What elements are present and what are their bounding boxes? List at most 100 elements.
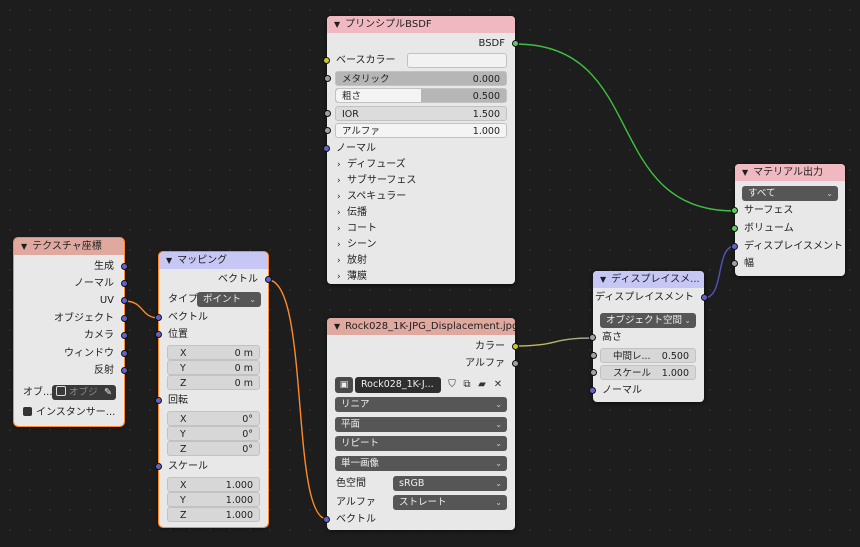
rotation-y-field[interactable]: Y 0° [167,426,260,441]
output-generated: 生成 [14,258,128,275]
alpha-mode-dropdown[interactable]: ストレート ⌄ [393,495,507,510]
scale-x-field[interactable]: X 1.000 [167,477,260,492]
input-socket[interactable] [155,331,162,338]
input-socket[interactable] [731,243,738,250]
chevron-down-icon: ⌄ [495,439,502,448]
panel-thin-film[interactable]: › 薄膜 [327,269,515,285]
wire-color-to-height [514,337,594,347]
texture-coordinate-header[interactable]: ▼ テクスチャ座標 [14,238,124,255]
midlevel-field[interactable]: 中間レ... 0.500 [590,348,696,363]
output-socket[interactable] [512,343,519,350]
location-z-field[interactable]: Z0 m [167,375,260,390]
metallic-field[interactable]: メタリック 0.000 [324,71,507,86]
mapping-header[interactable]: ▼ マッピング [159,252,268,269]
collapse-chevron-icon[interactable]: ▼ [166,252,172,269]
image-texture-header[interactable]: ▼ Rock028_1K-JPG_Displacement.jpg [327,318,515,335]
colorspace-dropdown[interactable]: sRGB ⌄ [393,476,507,491]
input-socket[interactable] [324,127,331,134]
output-socket[interactable] [121,367,128,374]
input-socket[interactable] [155,463,162,470]
panel-emission[interactable]: › 放射 [327,253,515,269]
input-socket[interactable] [323,57,330,64]
panel-diffuse[interactable]: › ディフューズ [327,157,515,173]
fake-user-shield-icon[interactable]: ⛉ [445,377,459,393]
displacement-node[interactable]: ▼ ディスプレイスメ... ディスプレイスメント オブジェクト空間 ⌄ 高さ 中間レ… [589,271,708,402]
input-socket[interactable] [589,334,596,341]
image-selector[interactable]: ▣ Rock028_1K-J... ⛉ ⧉ ▰ ✕ [335,377,507,393]
panel-subsurface[interactable]: › サブサーフェス [327,173,515,189]
panel-transmission[interactable]: › 伝播 [327,205,515,221]
output-socket[interactable] [512,360,519,367]
collapse-chevron-icon[interactable]: ▼ [600,271,606,288]
collapse-chevron-icon[interactable]: ▼ [334,16,340,33]
rotation-z-field[interactable]: Z 0° [167,441,260,456]
input-socket[interactable] [155,397,162,404]
input-socket[interactable] [324,75,331,82]
base-color-swatch[interactable] [407,53,507,68]
space-dropdown[interactable]: オブジェクト空間 ⌄ [600,313,696,328]
panel-specular[interactable]: › スペキュラー [327,189,515,205]
close-icon[interactable]: ✕ [491,377,505,393]
rotation-x-field[interactable]: X 0° [167,411,260,426]
output-socket[interactable] [265,276,272,283]
input-socket[interactable] [731,225,738,232]
chevron-down-icon: ⌄ [495,400,502,409]
output-socket[interactable] [701,294,708,301]
alpha-field[interactable]: アルファ 1.000 [324,123,507,138]
panel-sheen[interactable]: › シーン [327,237,515,253]
source-dropdown[interactable]: 単一画像 ⌄ [335,456,507,471]
material-output-node[interactable]: ▼ マテリアル出力 すべて ⌄ サーフェス ボリューム ディスプレイスメント 幅 [731,164,845,276]
image-name-field[interactable]: Rock028_1K-J... [355,377,441,393]
input-surface: サーフェス [731,202,845,219]
scale-field[interactable]: スケール 1.000 [590,365,696,380]
displacement-header[interactable]: ▼ ディスプレイスメ... [593,271,704,288]
input-socket[interactable] [324,110,331,117]
scale-z-field[interactable]: Z 1.000 [167,507,260,522]
folder-icon[interactable]: ▰ [475,377,489,393]
location-y-field[interactable]: Y0 m [167,360,260,375]
wire-uv-to-vector [123,300,160,319]
collapse-chevron-icon[interactable]: ▼ [334,318,340,335]
extension-dropdown[interactable]: リピート ⌄ [335,436,507,451]
roughness-slider[interactable]: 粗さ 0.500 [335,88,507,103]
eyedropper-icon[interactable]: ✎ [104,385,112,400]
output-socket[interactable] [121,280,128,287]
input-socket[interactable] [323,145,330,152]
scale-y-field[interactable]: Y 1.000 [167,492,260,507]
instancer-checkbox-row[interactable]: インスタンサー... [14,404,124,421]
principled-bsdf-node[interactable]: ▼ プリンシプルBSDF BSDF ベースカラー メタリック 0.000 粗さ 0.5… [323,16,519,285]
texture-coordinate-node[interactable]: ▼ テクスチャ座標 生成 ノーマル UV オブジェクト カメラ ウィンドウ 反射 … [13,237,128,427]
input-socket[interactable] [155,314,162,321]
input-socket[interactable] [731,207,738,214]
output-socket[interactable] [121,350,128,357]
target-dropdown[interactable]: すべて ⌄ [742,186,838,201]
input-socket[interactable] [731,260,738,267]
output-object: オブジェクト [14,310,128,327]
input-socket[interactable] [590,352,597,359]
collapse-chevron-icon[interactable]: ▼ [21,238,27,255]
collapse-chevron-icon[interactable]: ▼ [742,164,748,181]
image-texture-node[interactable]: ▼ Rock028_1K-JPG_Displacement.jpg カラー アルフ… [323,318,519,530]
output-socket[interactable] [121,332,128,339]
output-socket[interactable] [121,297,128,304]
input-socket[interactable] [323,516,330,523]
output-socket[interactable] [512,40,519,47]
bsdf-header[interactable]: ▼ プリンシプルBSDF [327,16,515,33]
location-x-field[interactable]: X0 m [167,345,260,360]
projection-dropdown[interactable]: 平面 ⌄ [335,417,507,432]
ior-field[interactable]: IOR 1.500 [324,106,507,121]
output-socket[interactable] [121,315,128,322]
object-picker[interactable]: オブジ ✎ [52,385,116,400]
duplicate-icon[interactable]: ⧉ [460,377,474,393]
output-socket[interactable] [121,263,128,270]
panel-coat[interactable]: › コート [327,221,515,237]
mapping-node[interactable]: ▼ マッピング ベクトル タイプ: ポイント ⌄ ベクトル 位置 X0 m Y0 m… [155,251,272,528]
mapping-type-dropdown[interactable]: ポイント ⌄ [197,292,261,307]
image-browse-icon[interactable]: ▣ [335,377,353,393]
instancer-checkbox[interactable] [23,407,32,416]
material-output-header[interactable]: ▼ マテリアル出力 [735,164,845,181]
interpolation-dropdown[interactable]: リニア ⌄ [335,397,507,412]
input-socket[interactable] [590,369,597,376]
input-socket[interactable] [589,387,596,394]
chevron-right-icon: › [337,240,341,250]
